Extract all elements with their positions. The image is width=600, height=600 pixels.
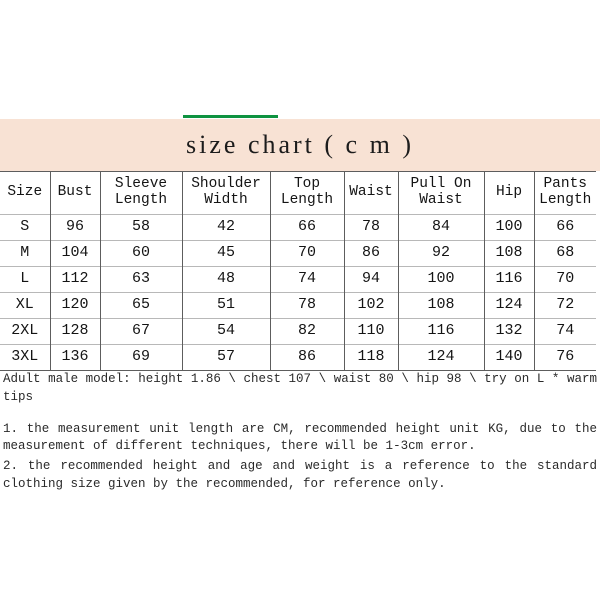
size-label-cell: 2XL — [0, 318, 50, 345]
bottom-whitespace — [0, 500, 600, 600]
measurement-cell: 112 — [49, 266, 100, 293]
column-header-line1: Bust — [57, 184, 93, 201]
column-header-2: Sleeve Length — [99, 171, 182, 215]
measurement-cell: 66 — [269, 214, 344, 241]
measurement-cell: 60 — [99, 240, 182, 267]
size-label-cell: L — [0, 266, 50, 293]
size-label-cell: XL — [0, 292, 50, 319]
column-header-line2: Length — [539, 192, 592, 208]
measurement-cell: 140 — [483, 344, 534, 371]
measurement-cell: 108 — [483, 240, 534, 267]
measurement-note-2: 2. the recommended height and age and we… — [3, 459, 597, 491]
model-reference-note: Adult male model: height 1.86 \ chest 10… — [3, 372, 597, 404]
measurement-cell: 96 — [49, 214, 100, 241]
measurement-cell: 86 — [269, 344, 344, 371]
measurement-note-1: 1. the measurement unit length are CM, r… — [3, 421, 597, 454]
measurement-cell: 69 — [99, 344, 182, 371]
table-row: 2XL 128 67 54 82 110 116 132 74 — [0, 318, 596, 345]
measurement-cell: 65 — [99, 292, 182, 319]
column-header-0: Size — [0, 171, 50, 215]
column-header-8: Pants Length — [533, 171, 596, 215]
measurement-cell: 104 — [49, 240, 100, 267]
column-header-line1: Size — [7, 184, 43, 201]
measurement-cell: 92 — [397, 240, 484, 267]
table-row: XL 120 65 51 78 102 108 124 72 — [0, 292, 596, 319]
column-header-4: Top Length — [269, 171, 344, 215]
column-header-3: Shoulder Width — [181, 171, 270, 215]
measurement-cell: 66 — [533, 214, 596, 241]
measurement-cell: 100 — [397, 266, 484, 293]
column-header-6: Pull On Waist — [397, 171, 484, 215]
green-accent-rule — [183, 115, 278, 118]
table-row: S 96 58 42 66 78 84 100 66 — [0, 214, 596, 241]
table-body: S 96 58 42 66 78 84 100 66 M 104 60 45 70 86 92 108 68 L 11… — [0, 214, 596, 371]
measurement-cell: 124 — [483, 292, 534, 319]
measurement-cell: 70 — [533, 266, 596, 293]
table-row: 3XL 136 69 57 86 118 124 140 76 — [0, 344, 596, 371]
column-header-line2: Waist — [419, 192, 463, 208]
measurement-cell: 74 — [533, 318, 596, 345]
column-header-line2: Length — [114, 192, 168, 208]
column-header-line1: Hip — [495, 184, 523, 201]
page-title: size chart ( c m ) — [186, 130, 414, 159]
column-header-line1: Pull On — [410, 176, 472, 193]
column-header-line1: Shoulder — [191, 176, 261, 193]
measurement-cell: 82 — [269, 318, 344, 345]
top-whitespace — [0, 0, 600, 119]
table-row: L 112 63 48 74 94 100 116 70 — [0, 266, 596, 293]
measurement-cell: 78 — [343, 214, 398, 241]
measurement-cell: 76 — [533, 344, 596, 371]
table-header: Size Bust Sleeve Length Shoulder Width Top Leng… — [0, 171, 596, 215]
measurement-cell: 102 — [343, 292, 398, 319]
table-row: M 104 60 45 70 86 92 108 68 — [0, 240, 596, 267]
size-chart-table: Size Bust Sleeve Length Shoulder Width Top Leng… — [0, 171, 596, 371]
column-header-line1: Waist — [349, 184, 393, 201]
measurement-cell: 51 — [181, 292, 270, 319]
measurement-cell: 68 — [533, 240, 596, 267]
measurement-cell: 120 — [49, 292, 100, 319]
measurement-cell: 116 — [483, 266, 534, 293]
column-header-1: Bust — [49, 171, 100, 215]
column-header-7: Hip — [483, 171, 534, 215]
measurement-cell: 58 — [99, 214, 182, 241]
measurement-cell: 118 — [343, 344, 398, 371]
measurement-cell: 110 — [343, 318, 398, 345]
measurement-cell: 124 — [397, 344, 484, 371]
measurement-cell: 48 — [181, 266, 270, 293]
title-banner: size chart ( c m ) — [0, 119, 600, 171]
measurement-cell: 67 — [99, 318, 182, 345]
measurement-cell: 70 — [269, 240, 344, 267]
measurement-cell: 94 — [343, 266, 398, 293]
column-header-5: Waist — [343, 171, 398, 215]
column-header-line1: Pants — [543, 176, 587, 193]
measurement-cell: 74 — [269, 266, 344, 293]
header-row: Size Bust Sleeve Length Shoulder Width Top Leng… — [0, 171, 596, 215]
footer-notes: Adult male model: height 1.86 \ chest 10… — [0, 371, 600, 494]
measurement-cell: 100 — [483, 214, 534, 241]
measurement-cell: 132 — [483, 318, 534, 345]
measurement-cell: 45 — [181, 240, 270, 267]
measurement-cell: 128 — [49, 318, 100, 345]
measurement-cell: 116 — [397, 318, 484, 345]
column-header-line1: Top — [293, 176, 321, 193]
size-label-cell: M — [0, 240, 50, 267]
measurement-cell: 78 — [269, 292, 344, 319]
measurement-cell: 136 — [49, 344, 100, 371]
measurement-cell: 84 — [397, 214, 484, 241]
column-header-line2: Length — [280, 192, 334, 208]
measurement-cell: 54 — [181, 318, 270, 345]
size-label-cell: 3XL — [0, 344, 50, 371]
measurement-cell: 86 — [343, 240, 398, 267]
measurement-cell: 57 — [181, 344, 270, 371]
measurement-cell: 63 — [99, 266, 182, 293]
measurement-cell: 72 — [533, 292, 596, 319]
size-label-cell: S — [0, 214, 50, 241]
measurement-cell: 108 — [397, 292, 484, 319]
column-header-line1: Sleeve — [114, 176, 168, 193]
measurement-cell: 42 — [181, 214, 270, 241]
column-header-line2: Width — [204, 192, 248, 208]
